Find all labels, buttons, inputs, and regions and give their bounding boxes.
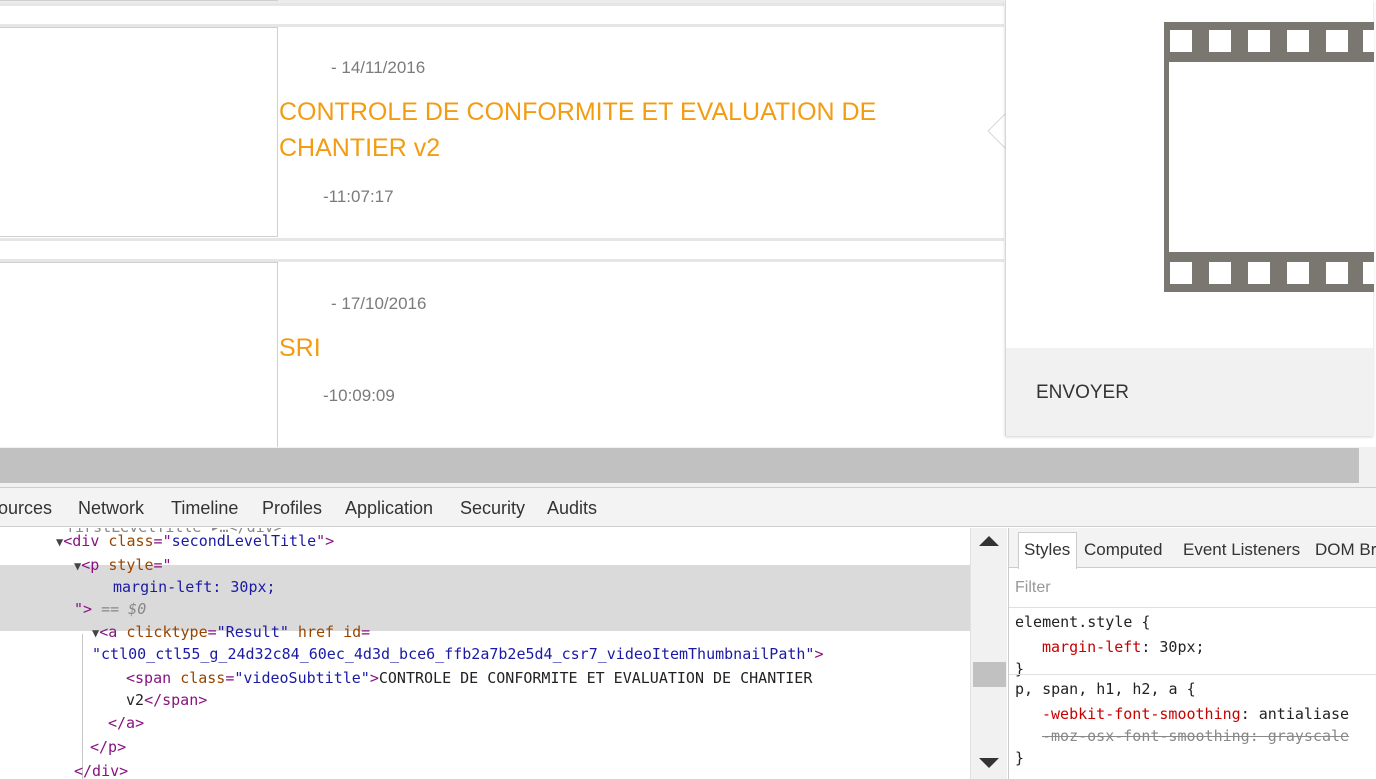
video-time: -11:07:17 <box>323 187 394 206</box>
video-date: - 17/10/2016 <box>331 294 427 313</box>
styles-pane: Styles Computed Event Listeners DOM Br e… <box>1008 528 1376 779</box>
scroll-down-arrow-icon[interactable] <box>979 758 999 768</box>
styles-filter-bar <box>1009 568 1376 608</box>
dom-line[interactable]: </div> <box>74 760 128 779</box>
video-time: -10:09:09 <box>323 386 395 405</box>
css-declaration[interactable]: margin-left: 30px; <box>1042 636 1205 658</box>
elements-tree[interactable]: firstLevelTitle ▸…</div> ▼<div class="se… <box>0 528 970 779</box>
film-strip-icon <box>1164 22 1374 292</box>
video-item[interactable]: - 17/10/2016 SRI -10:09:09 <box>0 262 1004 447</box>
horizontal-scrollbar-thumb[interactable] <box>0 448 1359 483</box>
dom-line-selected[interactable]: margin-left: 30px; <box>113 576 276 598</box>
styles-tab-bar: Styles Computed Event Listeners DOM Br <box>1009 528 1376 569</box>
divider <box>0 238 1004 262</box>
horizontal-scrollbar[interactable] <box>0 447 1376 487</box>
dom-line[interactable]: ▼<a clicktype="Result" href id= <box>92 621 370 643</box>
tree-guide-line <box>82 634 83 779</box>
elements-scrollbar[interactable] <box>970 528 1007 779</box>
css-rule-close: } <box>1015 660 1025 678</box>
send-button[interactable]: ENVOYER <box>1036 382 1129 404</box>
tab-dom-breakpoints[interactable]: DOM Br <box>1315 540 1376 560</box>
dom-line[interactable]: "ctl00_ctl55_g_24d32c84_60ec_4d3d_bce6_f… <box>92 643 824 665</box>
tab-application[interactable]: Application <box>345 498 433 519</box>
divider <box>0 3 1004 27</box>
scroll-up-arrow-icon[interactable] <box>979 536 999 546</box>
tab-styles[interactable]: Styles <box>1024 540 1070 560</box>
devtools-tab-bar: ources Network Timeline Profiles Applica… <box>0 488 1376 527</box>
page-viewport: - 14/11/2016 CONTROLE DE CONFORMITE ET E… <box>0 0 1376 447</box>
dom-line-selected[interactable]: ▼<p style=" <box>74 554 172 576</box>
dom-line[interactable]: ▼<div class="secondLevelTitle"> <box>56 530 334 552</box>
video-title-link[interactable]: SRI <box>279 330 919 366</box>
tab-security[interactable]: Security <box>460 498 525 519</box>
tab-computed[interactable]: Computed <box>1084 540 1162 560</box>
video-preview-panel: ENVOYER <box>1005 0 1374 436</box>
css-declaration-overridden[interactable]: -moz-osx-font-smoothing: grayscale <box>1042 725 1349 747</box>
css-rule-selector[interactable]: element.style { <box>1015 611 1150 633</box>
tab-sources[interactable]: ources <box>0 498 52 519</box>
dom-line[interactable]: <span class="videoSubtitle">CONTROLE DE … <box>126 667 812 689</box>
styles-filter-input[interactable] <box>1015 576 1365 600</box>
video-title-link[interactable]: CONTROLE DE CONFORMITE ET EVALUATION DE … <box>279 94 919 166</box>
css-declaration[interactable]: -webkit-font-smoothing: antialiase <box>1042 703 1349 725</box>
dom-line[interactable]: </p> <box>90 736 126 758</box>
video-item[interactable]: - 14/11/2016 CONTROLE DE CONFORMITE ET E… <box>0 27 1004 238</box>
tab-audits[interactable]: Audits <box>547 498 597 519</box>
tab-network[interactable]: Network <box>78 498 144 519</box>
elements-scrollbar-thumb[interactable] <box>973 662 1006 687</box>
tab-event-listeners[interactable]: Event Listeners <box>1183 540 1300 560</box>
rule-separator <box>1009 674 1376 675</box>
tab-timeline[interactable]: Timeline <box>171 498 238 519</box>
video-thumbnail[interactable] <box>0 27 278 237</box>
dom-line[interactable]: v2</span> <box>126 689 207 711</box>
css-rule-selector[interactable]: p, span, h1, h2, a { <box>1015 678 1196 700</box>
video-thumbnail[interactable] <box>0 262 278 447</box>
devtools-panel: ources Network Timeline Profiles Applica… <box>0 487 1376 779</box>
tab-profiles[interactable]: Profiles <box>262 498 322 519</box>
video-date: - 14/11/2016 <box>331 58 426 77</box>
dom-line[interactable]: </a> <box>108 712 144 734</box>
css-rule-close: } <box>1015 749 1025 767</box>
send-bar: ENVOYER <box>1006 348 1373 436</box>
dom-line-selected[interactable]: "> == $0 <box>74 598 146 620</box>
video-thumbnail[interactable] <box>0 0 278 1</box>
